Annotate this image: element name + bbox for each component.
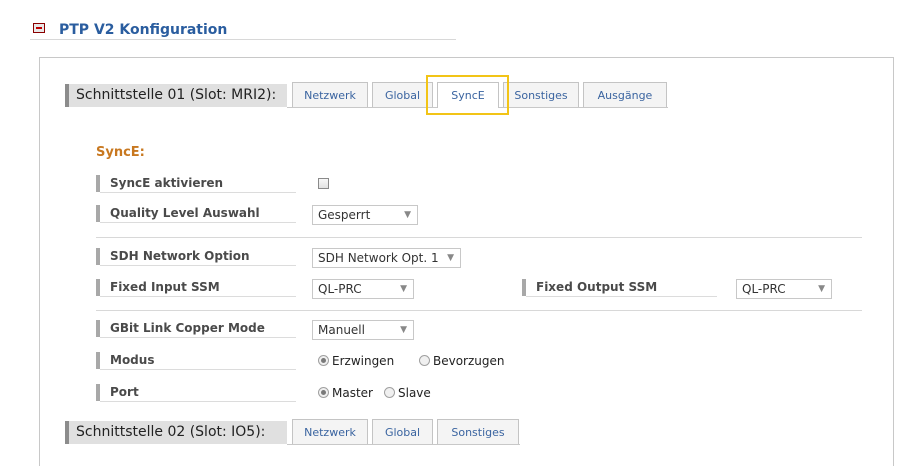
tab-global-02[interactable]: Global [372, 419, 433, 444]
modus-label: Modus [96, 352, 296, 369]
gbit-copper-mode-label: GBit Link Copper Mode [96, 320, 296, 337]
interface-01-label: Schnittstelle 01 (Slot: MRI2): [65, 84, 287, 107]
port-label: Port [96, 384, 296, 401]
tab-sonstiges[interactable]: Sonstiges [503, 82, 579, 107]
tab-ausgaenge[interactable]: Ausgänge [583, 82, 667, 107]
fixed-output-ssm-select[interactable]: QL-PRC ▼ [736, 279, 832, 299]
modus-bevorzugen-label[interactable]: Bevorzugen [433, 354, 505, 368]
fixed-output-ssm-value: QL-PRC [742, 282, 786, 296]
chevron-down-icon: ▼ [818, 284, 825, 294]
collapse-minus-icon[interactable] [33, 23, 45, 33]
port-master-radio[interactable] [318, 387, 329, 398]
fixed-input-ssm-value: QL-PRC [318, 282, 362, 296]
fixed-input-ssm-label: Fixed Input SSM [96, 279, 296, 296]
chevron-down-icon: ▼ [400, 325, 407, 335]
separator [96, 237, 862, 238]
chevron-down-icon: ▼ [404, 210, 411, 220]
modus-erzwingen-label[interactable]: Erzwingen [332, 354, 394, 368]
quality-level-select[interactable]: Gesperrt ▼ [312, 205, 418, 225]
modus-bevorzugen-radio[interactable] [419, 355, 430, 366]
fixed-output-ssm-label: Fixed Output SSM [522, 279, 717, 296]
quality-level-value: Gesperrt [318, 208, 371, 222]
separator [96, 310, 862, 311]
tab-sonstiges-02[interactable]: Sonstiges [437, 419, 519, 444]
label-underline [100, 222, 296, 223]
synce-activate-checkbox[interactable] [318, 178, 329, 189]
port-slave-label[interactable]: Slave [398, 386, 431, 400]
modus-erzwingen-radio[interactable] [318, 355, 329, 366]
tab-netzwerk-02[interactable]: Netzwerk [292, 419, 368, 444]
gbit-copper-mode-select[interactable]: Manuell ▼ [312, 320, 414, 340]
label-underline [100, 192, 296, 193]
sdh-network-label: SDH Network Option [96, 248, 296, 265]
sdh-network-select[interactable]: SDH Network Opt. 1 ▼ [312, 248, 461, 268]
label-underline [100, 401, 296, 402]
tab-netzwerk[interactable]: Netzwerk [292, 82, 368, 107]
chevron-down-icon: ▼ [400, 284, 407, 294]
quality-level-label: Quality Level Auswahl [96, 205, 296, 222]
label-underline [526, 296, 717, 297]
page-title: PTP V2 Konfiguration [59, 22, 228, 38]
chevron-down-icon: ▼ [447, 253, 454, 263]
synce-activate-label: SyncE aktivieren [96, 175, 296, 192]
label-underline [100, 369, 296, 370]
sdh-network-value: SDH Network Opt. 1 [318, 251, 439, 265]
port-master-label[interactable]: Master [332, 386, 373, 400]
label-underline [100, 265, 296, 266]
label-underline [100, 337, 296, 338]
interface-02-label: Schnittstelle 02 (Slot: IO5): [65, 421, 287, 444]
tab-highlight-box [426, 75, 509, 115]
synce-section-title: SyncE: [96, 145, 145, 160]
gbit-copper-mode-value: Manuell [318, 323, 365, 337]
port-slave-radio[interactable] [384, 387, 395, 398]
fixed-input-ssm-select[interactable]: QL-PRC ▼ [312, 279, 414, 299]
label-underline [100, 296, 296, 297]
tab-global[interactable]: Global [372, 82, 433, 107]
